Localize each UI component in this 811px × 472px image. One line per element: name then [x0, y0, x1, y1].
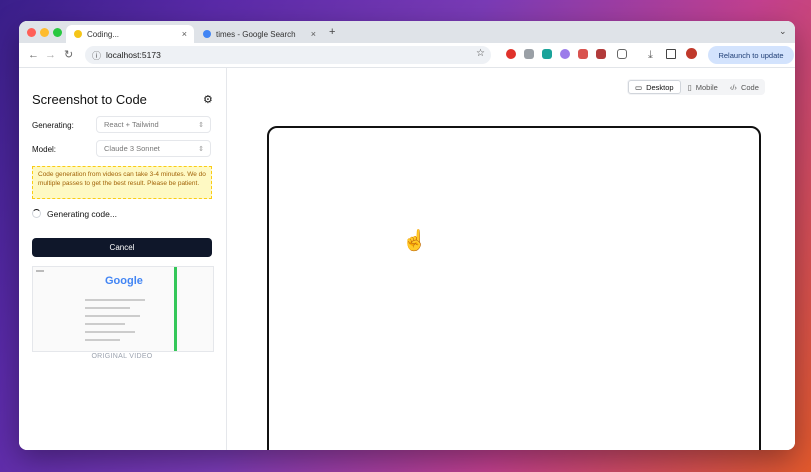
browser-toolbar: ← → ↻ ⌂ ⓘ localhost:5173 ☆ ⤓ Relaunch to… [19, 43, 795, 68]
model-label: Model: [32, 145, 57, 154]
tab-title: Coding... [87, 29, 120, 39]
settings-gear-icon[interactable]: ⚙ [203, 93, 213, 106]
thumb-line [85, 307, 130, 309]
google-favicon-icon [203, 30, 211, 38]
url-text: localhost:5173 [106, 50, 161, 60]
profile-avatar-icon[interactable] [686, 48, 697, 59]
minimize-window-button[interactable] [40, 28, 49, 37]
phone-icon: ▯ [687, 82, 692, 92]
thumb-line [85, 331, 135, 333]
thumb-line [85, 323, 125, 325]
favicon-icon [74, 30, 82, 38]
extension-darkred-icon[interactable] [596, 49, 606, 59]
reload-icon[interactable]: ↻ [64, 48, 73, 62]
thumb-line [85, 299, 145, 301]
forward-icon[interactable]: → [45, 48, 56, 62]
extension-gray-icon[interactable] [524, 49, 534, 59]
sidebar: Screenshot to Code ⚙ Generating: React +… [19, 68, 227, 450]
cancel-button[interactable]: Cancel [32, 238, 212, 257]
new-tab-button[interactable]: + [329, 26, 335, 38]
thumb-green-divider [174, 267, 177, 351]
tab-coding[interactable]: Coding... × [66, 25, 194, 43]
google-logo: Google [105, 275, 143, 287]
original-video-caption: ORIGINAL VIDEO [91, 353, 153, 360]
back-icon[interactable]: ← [28, 48, 39, 62]
preview-frame[interactable] [267, 126, 761, 450]
tab-google-search[interactable]: times - Google Search × [195, 25, 323, 43]
extension-teal-icon[interactable] [542, 49, 552, 59]
chevron-updown-icon: ⇕ [198, 121, 204, 129]
browser-window: Coding... × times - Google Search × + ⌄ … [19, 21, 795, 450]
original-video-thumbnail[interactable]: Google [32, 266, 214, 352]
bookmark-star-icon[interactable]: ☆ [476, 48, 485, 59]
extension-purple-icon[interactable] [560, 49, 570, 59]
thumb-line [85, 315, 140, 317]
view-mode-tabs: ▭ Desktop ▯ Mobile ‹/› Code [627, 79, 765, 95]
model-select-value: Claude 3 Sonnet [104, 144, 160, 153]
video-warning-notice: Code generation from videos can take 3-4… [32, 166, 212, 199]
app-title: Screenshot to Code [32, 92, 147, 107]
extension-image-icon[interactable] [578, 49, 588, 59]
tab-search-icon[interactable]: ⌄ [779, 26, 787, 37]
generation-status: Generating code... [47, 209, 117, 219]
extension-red-icon[interactable] [506, 49, 516, 59]
download-icon[interactable]: ⤓ [648, 48, 653, 62]
page-content: Screenshot to Code ⚙ Generating: React +… [19, 68, 795, 450]
tab-mobile[interactable]: ▯ Mobile [682, 79, 724, 95]
close-tab-icon[interactable]: × [182, 29, 187, 39]
chevron-updown-icon: ⇕ [198, 145, 204, 153]
close-tab-icon[interactable]: × [311, 29, 316, 39]
address-bar[interactable]: ⓘ localhost:5173 ☆ [85, 46, 491, 64]
model-select[interactable]: Claude 3 Sonnet ⇕ [96, 140, 211, 157]
thumb-header-decoration [36, 270, 44, 272]
stack-select-value: React + Tailwind [104, 120, 159, 129]
tab-code[interactable]: ‹/› Code [724, 79, 765, 95]
thumb-line [85, 339, 120, 341]
puzzle-icon[interactable] [617, 49, 627, 59]
side-panel-icon[interactable] [666, 49, 676, 59]
tab-strip: Coding... × times - Google Search × + ⌄ [19, 21, 795, 43]
relaunch-to-update-button[interactable]: Relaunch to update [708, 46, 794, 64]
close-window-button[interactable] [27, 28, 36, 37]
hand-pointer-cursor-icon: ☝ [402, 230, 427, 252]
site-info-icon[interactable]: ⓘ [92, 49, 101, 62]
code-icon: ‹/› [729, 82, 737, 92]
stack-select[interactable]: React + Tailwind ⇕ [96, 116, 211, 133]
tab-title: times - Google Search [216, 29, 296, 39]
monitor-icon: ▭ [635, 82, 643, 92]
maximize-window-button[interactable] [53, 28, 62, 37]
generating-label: Generating: [32, 121, 74, 130]
loading-spinner-icon [32, 209, 41, 218]
tab-desktop[interactable]: ▭ Desktop [628, 80, 681, 94]
